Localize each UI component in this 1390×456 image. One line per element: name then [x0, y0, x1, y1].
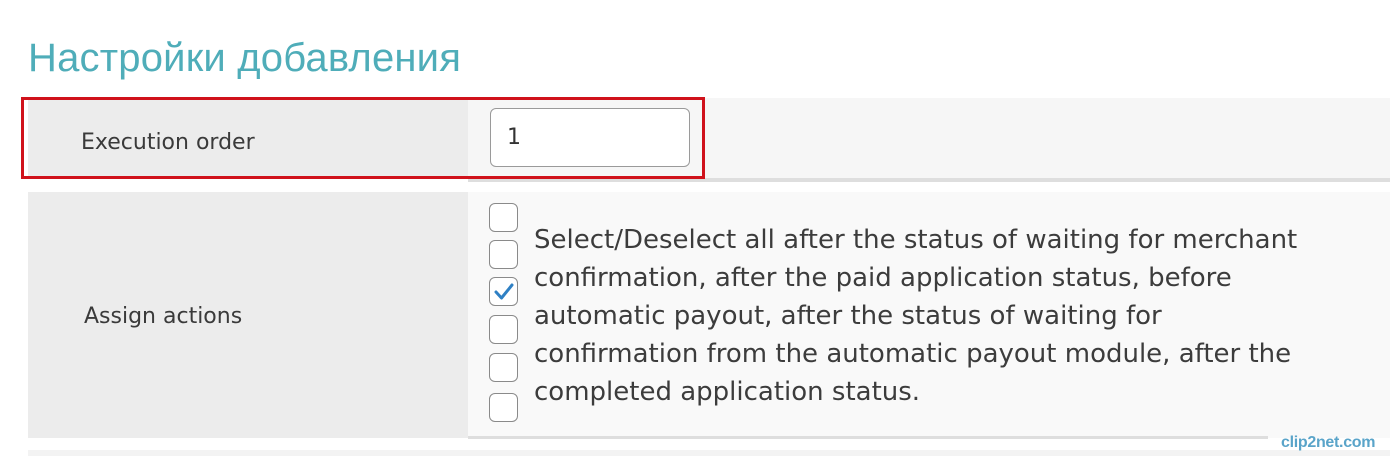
page-title: Настройки добавления [28, 36, 462, 80]
action-checkbox[interactable] [489, 315, 518, 344]
execution-order-label: Execution order [81, 130, 255, 155]
action-checkbox[interactable] [489, 353, 518, 382]
row-divider [468, 436, 1268, 439]
action-checkbox[interactable] [489, 393, 518, 422]
next-row [28, 450, 1390, 456]
watermark: clip2net.com [1281, 434, 1376, 451]
row-divider [468, 178, 1390, 182]
action-checkbox[interactable] [489, 240, 518, 269]
action-checkbox-checked[interactable] [489, 277, 518, 306]
execution-order-input[interactable] [490, 108, 690, 167]
action-checkbox[interactable] [489, 203, 518, 232]
select-all-description: Select/Deselect all after the status of … [534, 225, 1298, 407]
check-icon [494, 283, 514, 300]
assign-actions-label: Assign actions [84, 304, 243, 329]
